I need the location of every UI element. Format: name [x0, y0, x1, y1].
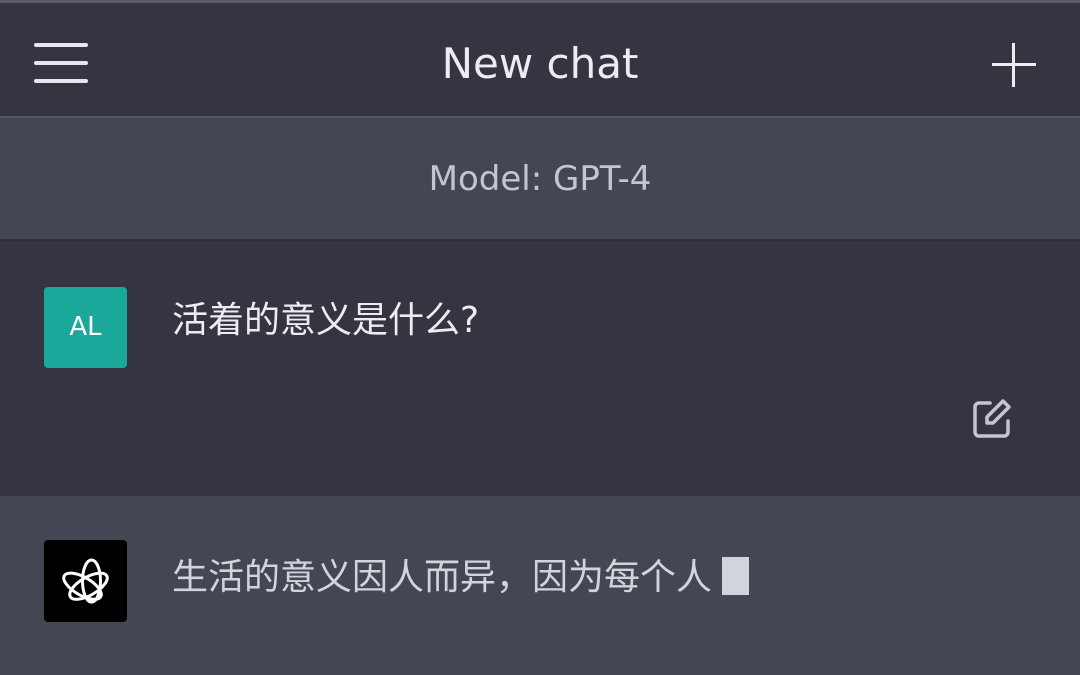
page-title: New chat — [441, 39, 639, 88]
user-message: AL 活着的意义是什么? — [0, 239, 1080, 498]
assistant-message: 生活的意义因人而异，因为每个人 — [0, 496, 1080, 675]
assistant-text: 生活的意义因人而异，因为每个人 — [172, 557, 713, 598]
user-avatar: AL — [44, 287, 127, 368]
edit-icon[interactable] — [970, 397, 1014, 441]
typing-cursor — [722, 557, 750, 595]
plus-icon[interactable] — [992, 43, 1036, 87]
model-label: Model: GPT-4 — [428, 159, 652, 199]
user-message-text: 活着的意义是什么? — [172, 300, 480, 341]
model-bar: Model: GPT-4 — [0, 118, 1080, 239]
assistant-message-text: 生活的意义因人而异，因为每个人 — [172, 556, 750, 600]
app-header: New chat — [0, 3, 1080, 118]
openai-logo-icon — [44, 540, 127, 622]
